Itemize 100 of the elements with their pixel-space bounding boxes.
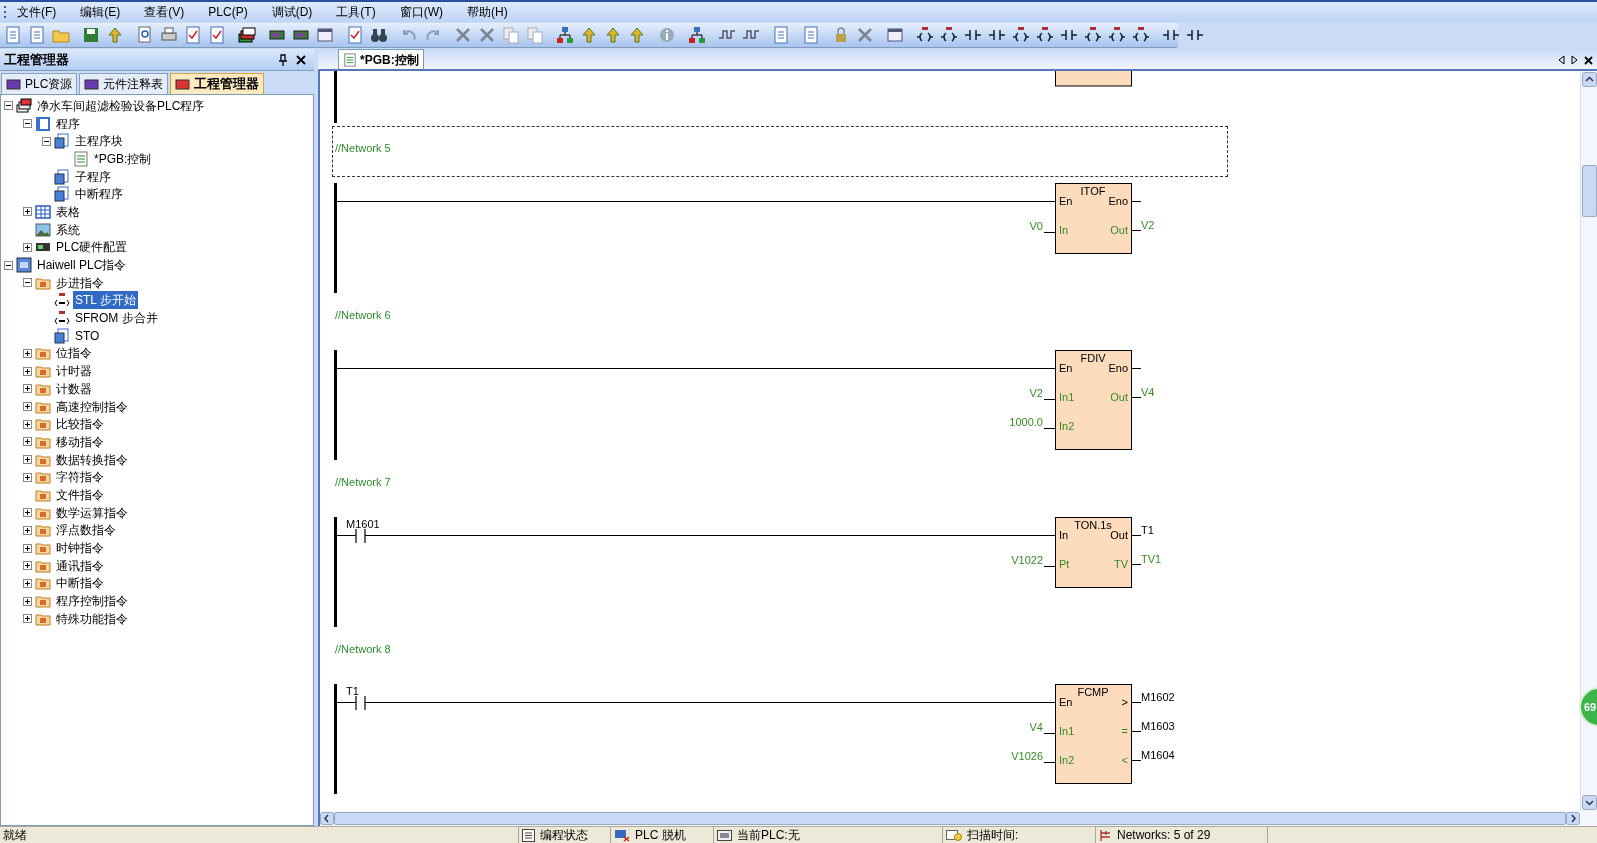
tree-item[interactable]: 数学运算指令 xyxy=(54,503,130,522)
scroll-up-icon[interactable] xyxy=(1581,72,1597,87)
expand-icon[interactable] xyxy=(23,366,32,376)
expand-icon[interactable] xyxy=(23,472,32,482)
step-start-icon[interactable] xyxy=(916,26,934,44)
tree-item[interactable]: 中断指令 xyxy=(54,574,106,593)
menu-item[interactable]: 编辑(E) xyxy=(72,3,129,21)
expand-icon[interactable] xyxy=(23,525,32,535)
tree-item[interactable]: 程序控制指令 xyxy=(54,592,130,611)
window-icon[interactable] xyxy=(316,26,334,44)
tree-item[interactable]: 计数器 xyxy=(54,379,94,398)
horizontal-scrollbar[interactable] xyxy=(318,811,1597,826)
panel-tab[interactable]: PLC资源 xyxy=(1,73,78,94)
tree-item[interactable]: 浮点数指令 xyxy=(54,521,118,540)
function-block[interactable] xyxy=(1055,517,1132,588)
expand-icon[interactable] xyxy=(23,419,32,429)
step-output-icon[interactable] xyxy=(1036,26,1054,44)
close-icon[interactable] xyxy=(1584,55,1593,65)
tree-item[interactable]: 时钟指令 xyxy=(54,539,106,558)
expand-icon[interactable] xyxy=(23,596,32,606)
tree-item[interactable]: 高速控制指令 xyxy=(54,397,130,416)
network-icon[interactable] xyxy=(556,26,574,44)
scroll-left-icon[interactable] xyxy=(320,812,334,825)
tree-diagram-icon[interactable] xyxy=(688,26,706,44)
binoculars-icon[interactable] xyxy=(370,26,388,44)
tree-item[interactable]: 文件指令 xyxy=(54,485,106,504)
expand-icon[interactable] xyxy=(23,207,32,217)
tree-item[interactable]: 通讯指令 xyxy=(54,556,106,575)
printer-icon[interactable] xyxy=(160,26,178,44)
expand-icon[interactable] xyxy=(23,614,32,624)
expand-icon[interactable] xyxy=(23,242,32,252)
tree-item[interactable]: 程序 xyxy=(54,114,82,133)
checklist-icon[interactable] xyxy=(346,26,364,44)
tree-item[interactable]: 净水车间超滤检验设备PLC程序 xyxy=(35,96,207,115)
tree-item[interactable]: 子程序 xyxy=(73,167,113,186)
tree-item[interactable]: 步进指令 xyxy=(54,273,106,292)
menu-item[interactable]: 查看(V) xyxy=(136,3,193,21)
tree-item[interactable]: SFROM 步合并 xyxy=(73,309,160,328)
upload-icon[interactable] xyxy=(580,26,598,44)
function-block[interactable] xyxy=(1055,684,1132,784)
expand-icon[interactable] xyxy=(23,578,32,588)
network-comment-area[interactable]: //Network 8 xyxy=(332,627,1228,678)
pin-icon[interactable] xyxy=(278,53,288,66)
tree-item[interactable]: STL 步开始 xyxy=(73,291,138,310)
tree-item[interactable]: PLC硬件配置 xyxy=(54,238,130,257)
panel-tab[interactable]: 元件注释表 xyxy=(79,73,169,94)
tree-item[interactable]: 表格 xyxy=(54,202,82,221)
coil-icon[interactable] xyxy=(1012,26,1030,44)
vertical-scrollbar[interactable] xyxy=(1580,71,1597,811)
tree-item[interactable]: 特殊功能指令 xyxy=(54,609,130,628)
cut-icon[interactable] xyxy=(454,26,472,44)
collapse-icon[interactable] xyxy=(4,101,13,111)
expand-icon[interactable] xyxy=(23,508,32,518)
tree-item[interactable]: 计时器 xyxy=(54,362,94,381)
tree-item[interactable]: Haiwell PLC指令 xyxy=(35,256,129,275)
menu-item[interactable]: PLC(P) xyxy=(200,3,256,21)
tree-item[interactable]: 主程序块 xyxy=(73,132,125,151)
expand-icon[interactable] xyxy=(23,402,32,412)
scroll-left-icon[interactable] xyxy=(1558,55,1565,65)
scrollbar-thumb[interactable] xyxy=(334,812,1566,825)
collapse-icon[interactable] xyxy=(23,119,32,129)
checked-document-icon[interactable] xyxy=(184,26,202,44)
collapse-icon[interactable] xyxy=(23,278,32,288)
new-document-icon[interactable] xyxy=(4,26,22,44)
transfer-icon[interactable] xyxy=(628,26,646,44)
network-comment-area[interactable]: //Network 6 xyxy=(332,293,1228,344)
checklist-icon[interactable] xyxy=(208,26,226,44)
scrollbar-thumb[interactable] xyxy=(1581,165,1597,217)
tree-item[interactable]: STO xyxy=(73,326,102,345)
expand-icon[interactable] xyxy=(23,455,32,465)
close-icon[interactable] xyxy=(296,54,306,65)
expand-icon[interactable] xyxy=(23,348,32,358)
tree-item[interactable]: 移动指令 xyxy=(54,432,106,451)
tree-item[interactable]: 比较指令 xyxy=(54,415,106,434)
menu-item[interactable]: 帮助(H) xyxy=(459,3,516,21)
expand-icon[interactable] xyxy=(23,561,32,571)
function-block[interactable] xyxy=(1055,350,1132,450)
tree-item[interactable]: *PGB:控制 xyxy=(92,149,154,168)
panel-tab[interactable]: 工程管理器 xyxy=(170,73,265,94)
tree-item[interactable]: 位指令 xyxy=(54,344,94,363)
step-icon[interactable] xyxy=(940,26,958,44)
collapse-icon[interactable] xyxy=(4,260,13,270)
tree-item[interactable]: 字符指令 xyxy=(54,468,106,487)
stacked-windows-icon[interactable] xyxy=(238,26,256,44)
upload-arrow-icon[interactable] xyxy=(106,26,124,44)
expand-icon[interactable] xyxy=(23,384,32,394)
scroll-down-icon[interactable] xyxy=(1581,795,1597,810)
collapse-icon[interactable] xyxy=(42,136,51,146)
network-comment-area[interactable]: //Network 5 xyxy=(332,126,1228,177)
scroll-right-icon[interactable] xyxy=(1566,812,1580,825)
tree-item[interactable]: 数据转换指令 xyxy=(54,450,130,469)
scroll-right-icon[interactable] xyxy=(1571,55,1578,65)
function-block[interactable] xyxy=(1055,183,1132,254)
menu-item[interactable]: 调试(D) xyxy=(263,3,321,21)
tree-item[interactable]: 中断程序 xyxy=(73,185,125,204)
network-comment-area[interactable]: //Network 7 xyxy=(332,460,1228,511)
menu-item[interactable]: 窗口(W) xyxy=(391,3,451,21)
magnifier-icon[interactable] xyxy=(136,26,154,44)
document-tab[interactable]: *PGB:控制 xyxy=(338,49,424,69)
save-icon[interactable] xyxy=(82,26,100,44)
